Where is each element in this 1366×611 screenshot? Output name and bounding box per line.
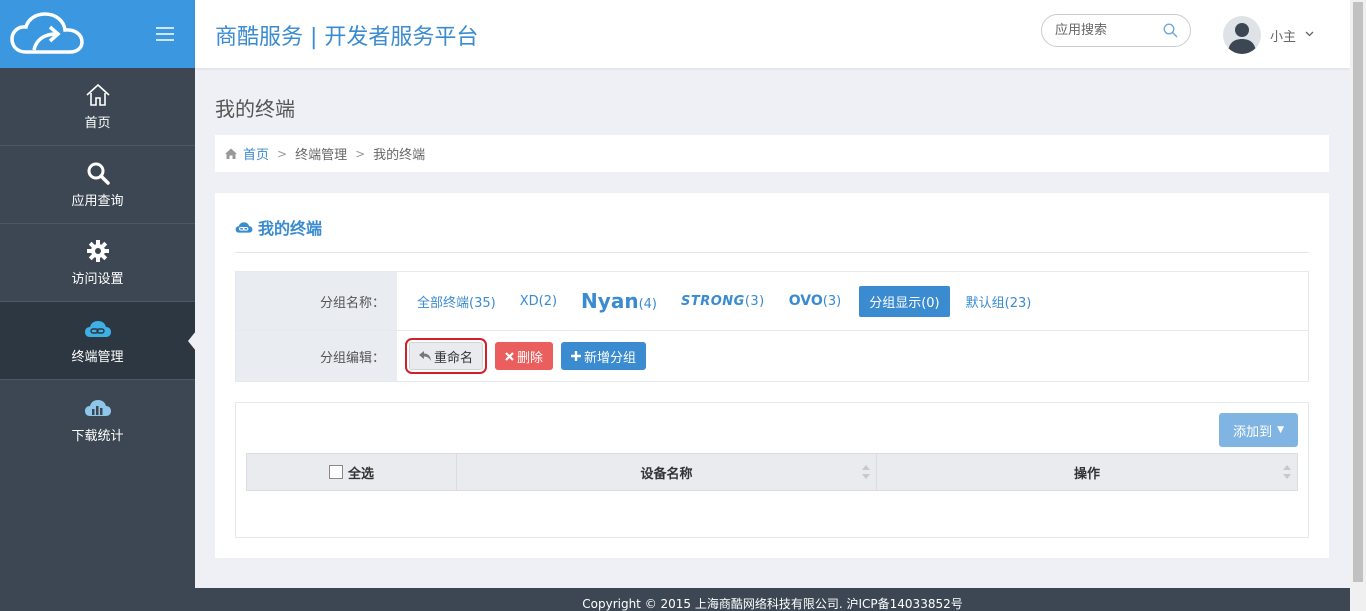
column-device-name[interactable]: 设备名称 [457, 454, 877, 490]
sidebar-item-app-query[interactable]: 应用查询 [0, 146, 195, 224]
breadcrumb-home-link[interactable]: 首页 [243, 144, 269, 163]
cloud-logo-icon[interactable] [10, 12, 84, 60]
column-device-name-label: 设备名称 [640, 466, 693, 482]
avatar[interactable] [1223, 16, 1261, 54]
add-to-label: 添加到 [1233, 424, 1273, 440]
group-edit-label: 分组编辑： [236, 331, 397, 381]
terminal-card: 我的终端 分组名称： 全部终端(35) XD(2) Nyan(4) STRONG… [215, 193, 1329, 558]
reply-icon [419, 351, 431, 361]
column-action[interactable]: 操作 [877, 454, 1297, 490]
cloud-chart-icon [84, 395, 112, 421]
select-all-label: 全选 [347, 466, 374, 482]
add-group-label: 新增分组 [584, 350, 637, 366]
scrollbar-thumb[interactable] [1353, 2, 1363, 582]
device-table-header: 全选 设备名称 操作 [246, 453, 1298, 491]
sidebar-item-access-settings[interactable]: 访问设置 [0, 224, 195, 302]
close-icon [505, 351, 514, 361]
sidebar-item-download-stats[interactable]: 下载统计 [0, 380, 195, 458]
breadcrumb-separator: > [355, 146, 366, 161]
group-tab-count: (2) [538, 293, 558, 309]
group-tab-ovo[interactable]: OVO(3) [789, 293, 841, 309]
gear-icon [86, 238, 109, 264]
group-name-label: 分组名称： [236, 272, 397, 330]
group-tab-xd[interactable]: XD(2) [520, 294, 557, 309]
card-title-text: 我的终端 [258, 219, 323, 238]
caret-down-icon: ▼ [1277, 425, 1284, 435]
group-tab-name: OVO [788, 293, 823, 309]
group-tab-strong[interactable]: STRONG(3) [681, 294, 765, 309]
select-all-header[interactable]: 全选 [247, 454, 457, 490]
group-tab-default[interactable]: 默认组(23) [966, 292, 1032, 311]
sidebar-item-label: 终端管理 [71, 350, 124, 365]
device-table-panel: 添加到 ▼ 全选 设备名称 操作 [235, 402, 1309, 538]
sidebar-item-label: 首页 [84, 116, 111, 131]
home-icon [225, 148, 237, 159]
sidebar-item-label: 应用查询 [71, 194, 124, 209]
cloud-link-icon [235, 221, 253, 233]
group-tab-name: STRONG [680, 293, 745, 309]
sort-icon[interactable] [1283, 465, 1291, 483]
user-name[interactable]: 小主 [1270, 26, 1296, 45]
active-indicator [188, 331, 196, 351]
page-title: 我的终端 [215, 97, 295, 121]
search-icon[interactable] [1163, 23, 1178, 42]
group-tab-name: 分组显示 [869, 295, 922, 311]
select-all-checkbox[interactable] [328, 465, 343, 479]
search-icon [86, 160, 110, 186]
sidebar-item-terminal-management[interactable]: 终端管理 [0, 302, 196, 380]
group-tab-name: XD [519, 293, 539, 309]
group-tab-count: (0) [921, 295, 940, 311]
home-icon [85, 82, 111, 108]
group-tab-count: (23) [1004, 295, 1032, 311]
breadcrumb-current: 我的终端 [373, 148, 426, 163]
logo-bar [0, 0, 195, 68]
column-action-label: 操作 [1073, 466, 1100, 482]
rename-button[interactable]: 重命名 [404, 338, 488, 374]
group-tab-count: (3) [744, 293, 765, 309]
delete-button[interactable]: 删除 [495, 342, 554, 370]
group-tab-count: (35) [469, 295, 496, 311]
sidebar-item-label: 访问设置 [71, 272, 124, 287]
sidebar: 首页 应用查询 访问设置 终端管理 下载统计 [0, 0, 196, 611]
page-scrollbar[interactable] [1350, 0, 1366, 611]
group-name-row: 分组名称： 全部终端(35) XD(2) Nyan(4) STRONG(3) O… [236, 272, 1308, 331]
group-tabs: 全部终端(35) XD(2) Nyan(4) STRONG(3) OVO(3) … [397, 272, 1055, 330]
group-tab-count: (4) [638, 297, 657, 312]
group-edit-actions: 重命名 删除 新增分组 [397, 331, 654, 381]
breadcrumb-separator: > [277, 146, 288, 161]
sidebar-item-label: 下载统计 [71, 428, 124, 444]
rename-label: 重命名 [434, 350, 474, 366]
sort-icon[interactable] [862, 465, 870, 483]
breadcrumb-terminal-management[interactable]: 终端管理 [295, 144, 347, 163]
card-title: 我的终端 [235, 215, 322, 239]
group-tab-name: Nyan [581, 289, 639, 313]
plus-icon [571, 351, 582, 361]
group-tab-all[interactable]: 全部终端(35) [417, 292, 496, 311]
breadcrumb: 首页 > 终端管理 > 我的终端 [215, 135, 1329, 172]
sidebar-item-home[interactable]: 首页 [0, 68, 195, 146]
group-edit-row: 分组编辑： 重命名 删除 新增分组 [236, 331, 1308, 381]
divider [235, 252, 1309, 253]
site-title: 商酷服务 | 开发者服务平台 [215, 25, 479, 50]
group-tab-group-display[interactable]: 分组显示(0) [859, 285, 950, 317]
cloud-link-icon [84, 316, 112, 342]
group-tab-count: (3) [822, 294, 842, 309]
add-group-button[interactable]: 新增分组 [561, 342, 647, 370]
app-search-box[interactable] [1041, 14, 1191, 47]
top-header: 商酷服务 | 开发者服务平台 小主 [195, 0, 1350, 68]
add-to-dropdown-button[interactable]: 添加到 ▼ [1219, 413, 1298, 447]
footer: Copyright © 2015 上海商酷网络科技有限公司. 沪ICP备1403… [195, 588, 1350, 611]
chevron-down-icon[interactable] [1305, 27, 1314, 42]
menu-toggle-icon[interactable] [156, 27, 174, 41]
group-tab-nyan[interactable]: Nyan(4) [581, 289, 657, 313]
group-panel: 分组名称： 全部终端(35) XD(2) Nyan(4) STRONG(3) O… [235, 271, 1309, 382]
app-search-input[interactable] [1042, 15, 1152, 46]
group-tab-name: 全部终端 [417, 295, 470, 311]
group-tab-name: 默认组 [965, 295, 1005, 311]
delete-label: 删除 [517, 350, 544, 366]
